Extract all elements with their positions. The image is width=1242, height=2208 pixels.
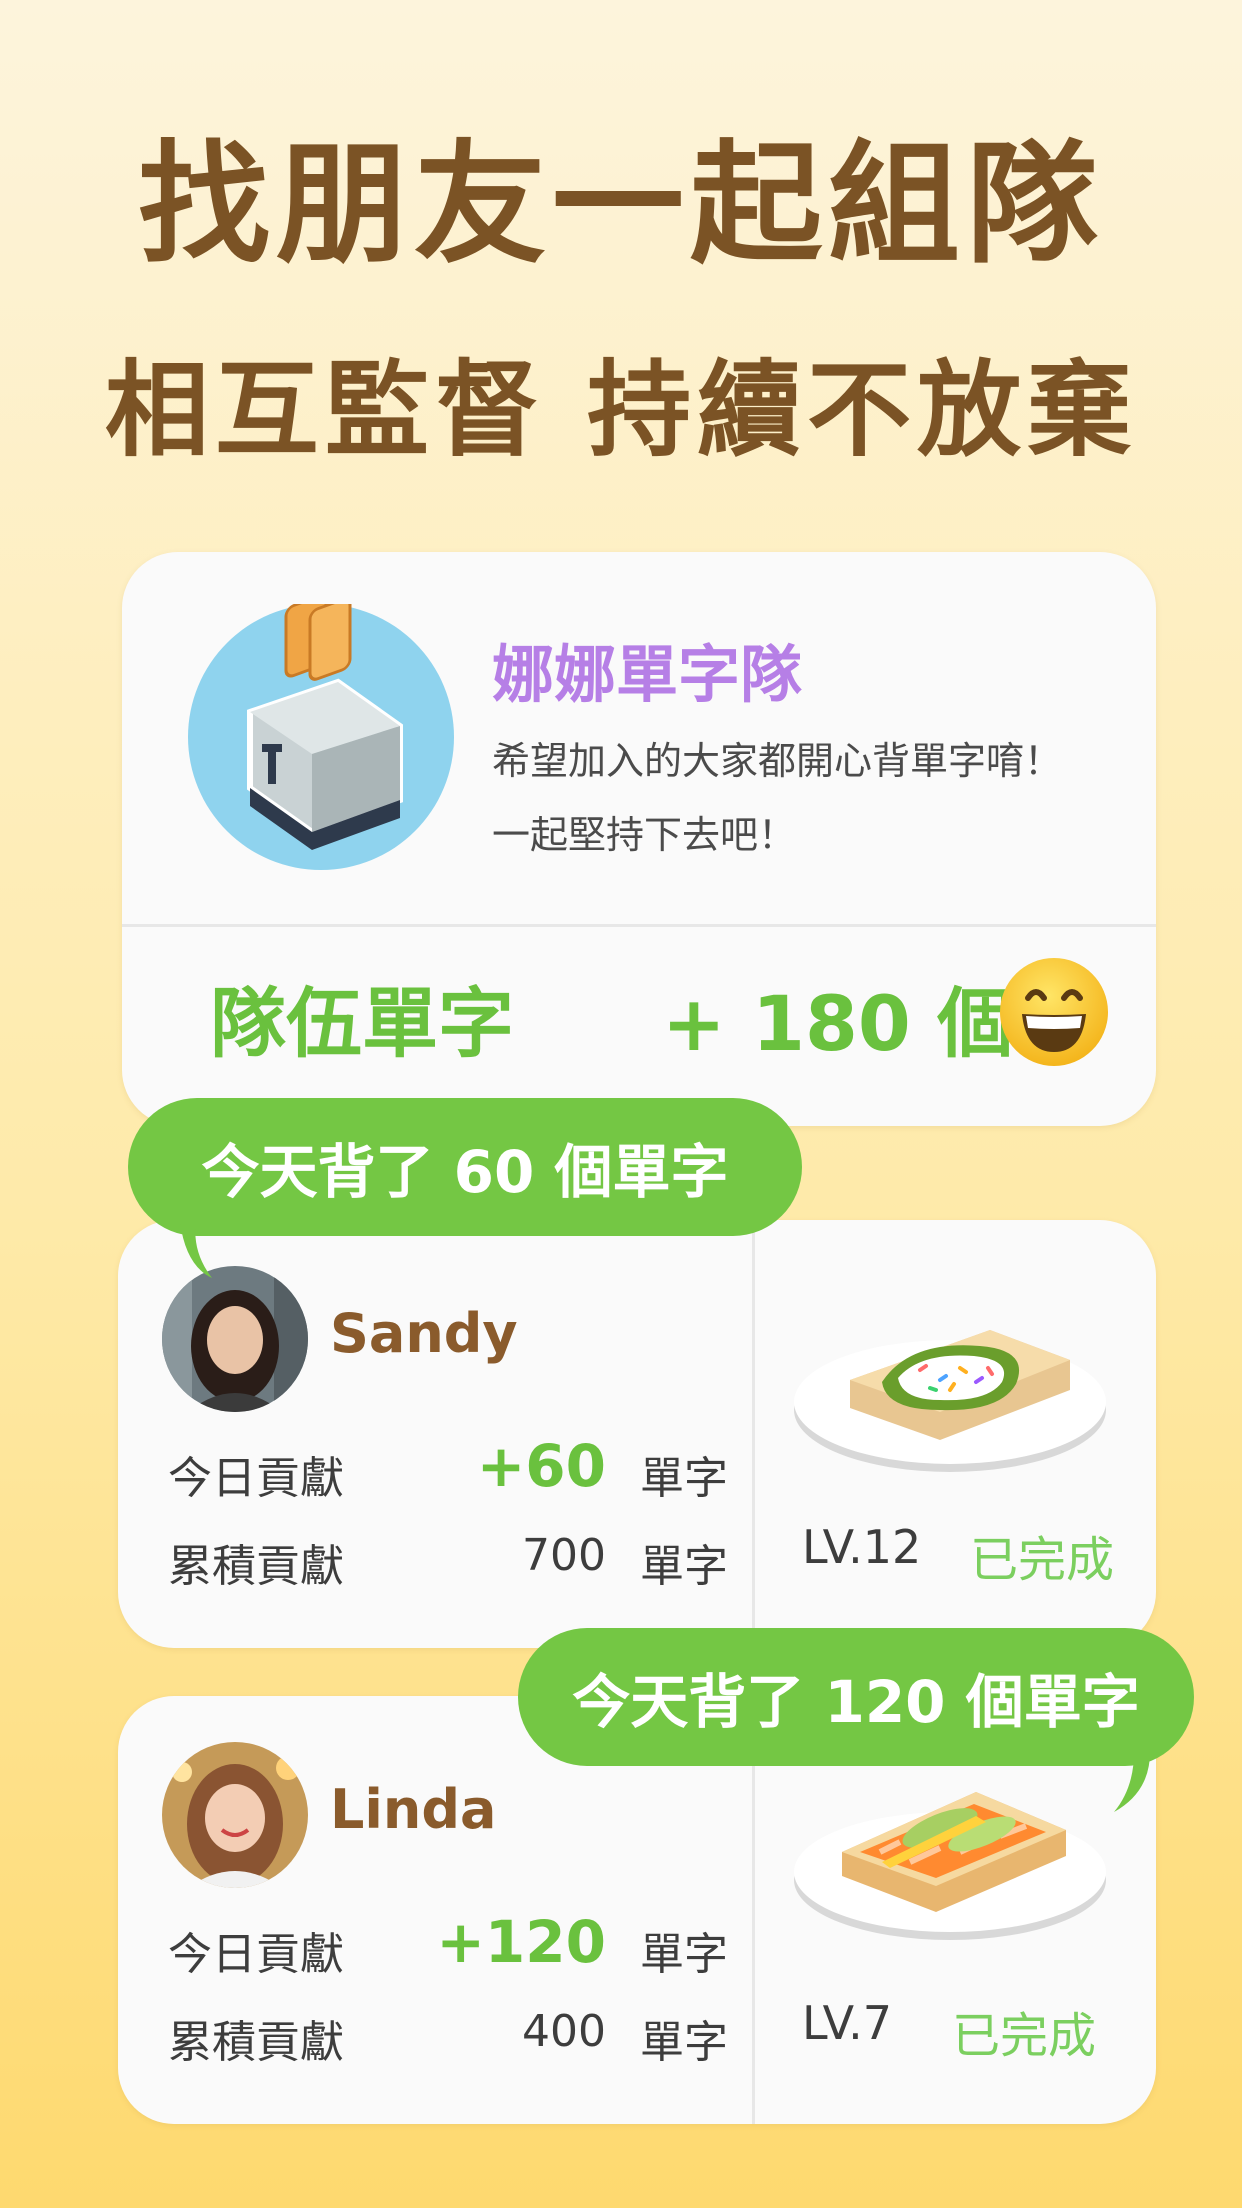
avatar[interactable] <box>162 1266 308 1412</box>
level-label: LV.12 <box>802 1520 922 1574</box>
toaster-icon <box>188 604 454 870</box>
today-unit: 單字 <box>640 1929 728 1980</box>
total-value: 700 <box>522 1530 606 1581</box>
team-name: 娜娜單字隊 <box>492 638 803 711</box>
total-label: 累積貢獻 <box>168 1541 344 1592</box>
member-card-sandy[interactable]: Sandy 今日貢獻 +60 單字 累積貢獻 700 單字 LV.12 已完成 <box>118 1220 1156 1648</box>
bubble-tail-icon <box>1114 1752 1150 1812</box>
divider <box>122 924 1156 927</box>
team-description: 希望加入的大家都開心背單字唷！ 一起堅持下去吧！ <box>492 724 1132 872</box>
total-value: 400 <box>522 2006 606 2057</box>
divider <box>752 1220 755 1648</box>
salmon-avocado-toast-icon <box>790 1752 1110 1946</box>
team-words-label: 隊伍單字 <box>210 979 514 1068</box>
team-desc-line1: 希望加入的大家都開心背單字唷！ <box>492 739 1063 783</box>
avocado-toast-icon <box>790 1290 1110 1484</box>
status-badge: 已完成 <box>952 2008 1097 2064</box>
grinning-face-icon <box>998 956 1110 1068</box>
team-desc-line2: 一起堅持下去吧！ <box>492 813 797 857</box>
today-value: +60 <box>476 1432 606 1500</box>
headline-line2: 相互監督 持續不放棄 <box>104 349 1138 471</box>
total-unit: 單字 <box>640 2017 728 2068</box>
today-contribution-row: 今日貢獻 +60 單字 <box>168 1432 728 1504</box>
level-label: LV.7 <box>802 1996 893 2050</box>
avatar[interactable] <box>162 1742 308 1888</box>
headline-line1: 找朋友一起組隊 <box>138 128 1104 282</box>
today-label: 今日貢獻 <box>168 1453 344 1504</box>
today-value: +120 <box>436 1908 606 1976</box>
total-label: 累積貢獻 <box>168 2017 344 2068</box>
today-label: 今日貢獻 <box>168 1929 344 1980</box>
member-name: Sandy <box>330 1302 518 1365</box>
status-badge: 已完成 <box>970 1532 1115 1588</box>
team-words-value: + 180 個 <box>662 979 1014 1068</box>
total-contribution-row: 累積貢獻 400 單字 <box>168 1998 728 2068</box>
team-card[interactable]: 娜娜單字隊 希望加入的大家都開心背單字唷！ 一起堅持下去吧！ 隊伍單字 + 18… <box>122 552 1156 1126</box>
today-unit: 單字 <box>640 1453 728 1504</box>
speech-bubble-sandy: 今天背了 60 個單字 <box>128 1098 802 1236</box>
total-unit: 單字 <box>640 1541 728 1592</box>
today-contribution-row: 今日貢獻 +120 單字 <box>168 1908 728 1980</box>
bubble-tail-icon <box>180 1222 212 1278</box>
total-contribution-row: 累積貢獻 700 單字 <box>168 1522 728 1592</box>
member-name: Linda <box>330 1778 497 1841</box>
speech-bubble-linda: 今天背了 120 個單字 <box>518 1628 1194 1766</box>
